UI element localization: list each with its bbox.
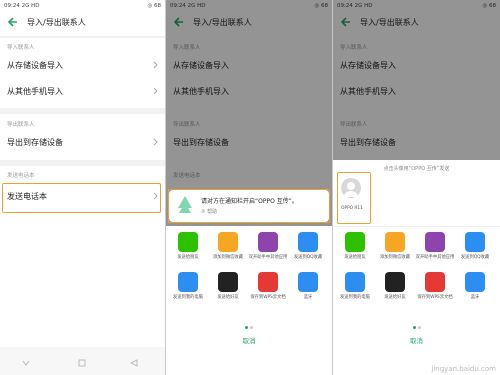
oppo-share-hint: 点击头像用“OPPO 互传”发送: [383, 166, 450, 172]
star-icon: [465, 232, 485, 252]
share-app-label: 添加到微信收藏: [379, 255, 411, 260]
section-label-export: 导出联系人: [7, 122, 35, 128]
share-app-label: 发送到QQ收藏: [293, 255, 323, 260]
share-app-label: 保存到WPS云文档: [417, 295, 453, 300]
infinity-icon: [258, 232, 278, 252]
overlay-dim[interactable]: [333, 0, 500, 160]
section-label-send: 发送电话本: [7, 173, 35, 179]
share-app-item[interactable]: 双开助手中其他应用: [415, 232, 455, 260]
share-app-item[interactable]: 双开助手中其他应用: [248, 232, 288, 260]
share-app-item[interactable]: 发送到我的电脑: [335, 272, 375, 300]
share-app-label: 添加到微信收藏: [212, 255, 244, 260]
share-app-item[interactable]: 发送给朋友: [168, 232, 208, 260]
row-label: 从存储设备导入: [7, 61, 63, 70]
divider: [0, 36, 165, 38]
divider: [0, 160, 165, 166]
divider: [0, 108, 165, 114]
share-app-item[interactable]: 添加到微信收藏: [375, 232, 415, 260]
share-app-item[interactable]: 发送到QQ收藏: [288, 232, 328, 260]
section-label-import: 导入联系人: [7, 45, 35, 51]
share-app-label: 发送到我的电脑: [172, 295, 204, 300]
qq-icon: [218, 272, 238, 292]
wps-icon: [258, 272, 278, 292]
status-time: 09:24: [4, 3, 20, 9]
highlight-box: [168, 189, 330, 223]
share-app-label: 发送给好友: [384, 295, 406, 300]
menu-nav-icon[interactable]: [22, 359, 30, 367]
divider: [333, 226, 500, 227]
status-signal: 2G HD: [21, 3, 40, 9]
bluetooth-icon: [465, 272, 485, 292]
bluetooth-icon: [298, 272, 318, 292]
share-app-item[interactable]: 添加到微信收藏: [208, 232, 248, 260]
cube-icon: [385, 232, 405, 252]
row-label: 导出到存储设备: [7, 138, 63, 147]
chevron-right-icon: [153, 87, 158, 95]
computer-icon: [178, 272, 198, 292]
wechat-icon: [345, 232, 365, 252]
back-arrow-icon[interactable]: [7, 16, 19, 28]
share-app-label: 发送给朋友: [177, 255, 199, 260]
share-app-item[interactable]: 发送给朋友: [335, 232, 375, 260]
import-from-phone-row[interactable]: 从其他手机导入: [0, 78, 165, 104]
share-sheet-screen: 09:24 2G HD ◎ 68 导入/导出联系人 导入联系人 从存储设备导入 …: [166, 0, 332, 375]
share-app-item[interactable]: 发送到我的电脑: [168, 272, 208, 300]
contacts-import-export-screen: 09:24 2G HD ◎ 68 导入/导出联系人 导入联系人 从存储设备导入 …: [0, 0, 165, 375]
share-app-label: 发送到QQ收藏: [460, 255, 490, 260]
back-nav-icon[interactable]: [130, 359, 138, 367]
cancel-button[interactable]: 取消: [333, 335, 500, 345]
cube-icon: [218, 232, 238, 252]
share-app-item[interactable]: 蓝牙: [288, 272, 328, 300]
star-icon: [298, 232, 318, 252]
page-indicator: [333, 314, 500, 333]
oppo-share-screen: 09:24 2G HD ◎ 68 导入/导出联系人 导入联系人 从存储设备导入 …: [333, 0, 500, 375]
home-nav-icon[interactable]: [78, 359, 86, 367]
share-app-label: 保存到WPS云文档: [250, 295, 286, 300]
share-app-label: 双开助手中其他应用: [415, 255, 455, 260]
share-app-label: 发送到我的电脑: [339, 295, 371, 300]
header: 导入/导出联系人: [0, 12, 165, 34]
row-label: 从其他手机导入: [7, 87, 63, 96]
wps-icon: [425, 272, 445, 292]
nav-bar: [0, 347, 165, 375]
qq-icon: [385, 272, 405, 292]
page-title: 导入/导出联系人: [27, 18, 86, 27]
status-battery: ◎ 68: [147, 3, 161, 9]
highlight-box: [2, 183, 161, 213]
import-from-storage-row[interactable]: 从存储设备导入: [0, 52, 165, 78]
share-app-item[interactable]: 发送到QQ收藏: [455, 232, 495, 260]
share-app-item[interactable]: 发送给好友: [375, 272, 415, 300]
page-indicator: [166, 314, 332, 333]
share-app-item[interactable]: 发送给好友: [208, 272, 248, 300]
infinity-icon: [425, 232, 445, 252]
watermark: jingyan.baidu.com: [431, 365, 496, 373]
share-app-label: 蓝牙: [470, 295, 480, 300]
status-bar: 09:24 2G HD ◎ 68: [0, 0, 165, 12]
share-app-item[interactable]: 保存到WPS云文档: [415, 272, 455, 300]
share-app-label: 双开助手中其他应用: [248, 255, 288, 260]
computer-icon: [345, 272, 365, 292]
wechat-icon: [178, 232, 198, 252]
share-app-item[interactable]: 蓝牙: [455, 272, 495, 300]
share-app-label: 发送给朋友: [344, 255, 366, 260]
chevron-right-icon: [153, 138, 158, 146]
share-app-item[interactable]: 保存到WPS云文档: [248, 272, 288, 300]
share-app-label: 蓝牙: [303, 295, 313, 300]
export-to-storage-row[interactable]: 导出到存储设备: [0, 129, 165, 155]
cancel-button[interactable]: 取消: [166, 335, 332, 345]
share-app-label: 发送给好友: [217, 295, 239, 300]
highlight-box: [337, 172, 371, 224]
chevron-right-icon: [153, 61, 158, 69]
